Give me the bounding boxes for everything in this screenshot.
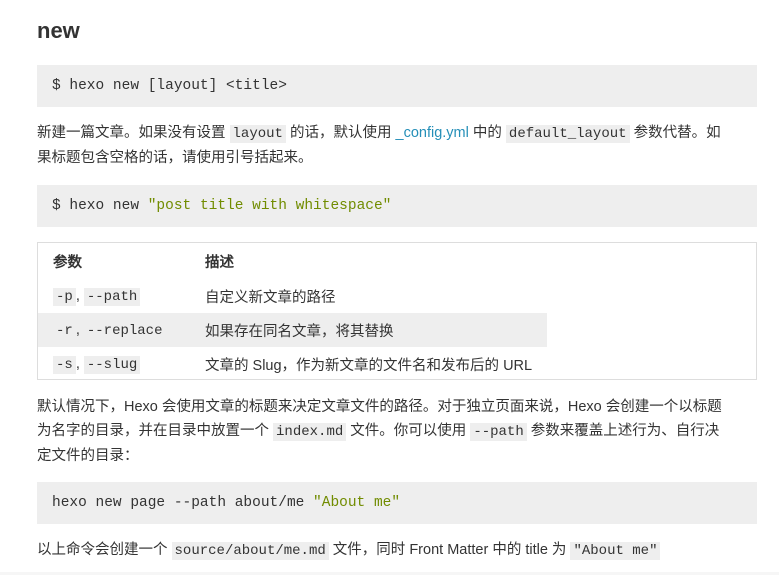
table-header-row: 参数 描述 — [38, 243, 547, 279]
code-text: hexo new [layout] <title> — [69, 78, 287, 94]
text-span: 为名字的目录，并在目录中放置一个 — [37, 423, 274, 439]
code-block-usage: $ hexo new [layout] <title> — [37, 65, 757, 107]
inline-code-default-layout: default_layout — [505, 125, 630, 143]
section-heading-new: new — [37, 18, 80, 43]
text-span: 文件，同时 Front Matter 中的 title 为 — [328, 542, 571, 558]
text-span: 参数来覆盖上述行为、自行决 — [526, 423, 720, 439]
option-long: --path — [83, 287, 141, 306]
text-span: 中的 — [468, 125, 506, 141]
code-string: "post title with whitespace" — [147, 198, 392, 214]
inline-code-about-me: "About me" — [570, 542, 661, 560]
table-row: -p, --path 自定义新文章的路径 — [38, 279, 547, 313]
text-span: 文件。你可以使用 — [346, 423, 471, 439]
inline-code-index-md: index.md — [273, 423, 347, 441]
paragraph-description: 新建一篇文章。如果没有设置 layout 的话，默认使用 _config.yml… — [37, 121, 759, 170]
code-prompt: $ — [52, 78, 61, 94]
option-separator: , — [75, 355, 80, 372]
option-separator: , — [75, 287, 80, 304]
text-span: 的话，默认使用 — [285, 125, 396, 141]
option-short: -r — [53, 321, 76, 340]
code-prompt: $ — [52, 198, 61, 214]
table-cell-option: -r, --replace — [38, 313, 190, 347]
text-span: 以上命令会创建一个 — [37, 542, 172, 558]
table-header-desc: 描述 — [205, 254, 234, 271]
text-span: 默认情况下，Hexo 会使用文章的标题来决定文章文件的路径。对于独立页面来说，H… — [37, 399, 722, 415]
table-cell-option: -s, --slug — [38, 347, 190, 381]
paragraph-path-behavior: 默认情况下，Hexo 会使用文章的标题来决定文章文件的路径。对于独立页面来说，H… — [37, 395, 759, 468]
inline-code-source-path: source/about/me.md — [171, 542, 329, 560]
table-row: -r, --replace 如果存在同名文章，将其替换 — [38, 313, 548, 347]
options-table: 参数 描述 -p, --path 自定义新文章的路径 -r, --replace… — [37, 242, 757, 380]
inline-code-path: --path — [470, 423, 527, 441]
code-block-page-path: hexo new page --path about/me "About me" — [37, 482, 757, 524]
table-header-param: 参数 — [53, 254, 82, 271]
option-long: --slug — [83, 355, 141, 374]
table-row: -s, --slug 文章的 Slug，作为新文章的文件名和发布后的 URL — [38, 347, 547, 381]
text-span: 果标题包含空格的话，请使用引号括起来。 — [37, 150, 313, 166]
option-short: -s — [53, 355, 76, 374]
code-block-whitespace-title: $ hexo new "post title with whitespace" — [37, 185, 757, 227]
option-separator: , — [75, 321, 80, 338]
code-command: hexo new page --path about/me — [52, 495, 314, 511]
table-cell-option: -p, --path — [38, 279, 190, 313]
text-span: 新建一篇文章。如果没有设置 — [37, 125, 230, 141]
paragraph-result: 以上命令会创建一个 source/about/me.md 文件，同时 Front… — [37, 538, 759, 563]
code-command: hexo new — [69, 198, 148, 214]
code-string: "About me" — [313, 495, 401, 511]
option-short: -p — [53, 287, 76, 306]
table-cell-desc: 自定义新文章的路径 — [205, 289, 336, 306]
config-yml-link[interactable]: _config.yml — [396, 125, 469, 141]
option-long: --replace — [83, 321, 166, 340]
text-span: 参数代替。如 — [629, 125, 721, 141]
text-span: 定文件的目录： — [37, 448, 139, 464]
table-cell-desc: 文章的 Slug，作为新文章的文件名和发布后的 URL — [205, 357, 533, 374]
table-cell-desc: 如果存在同名文章，将其替换 — [190, 313, 548, 347]
inline-code-layout: layout — [229, 125, 286, 143]
